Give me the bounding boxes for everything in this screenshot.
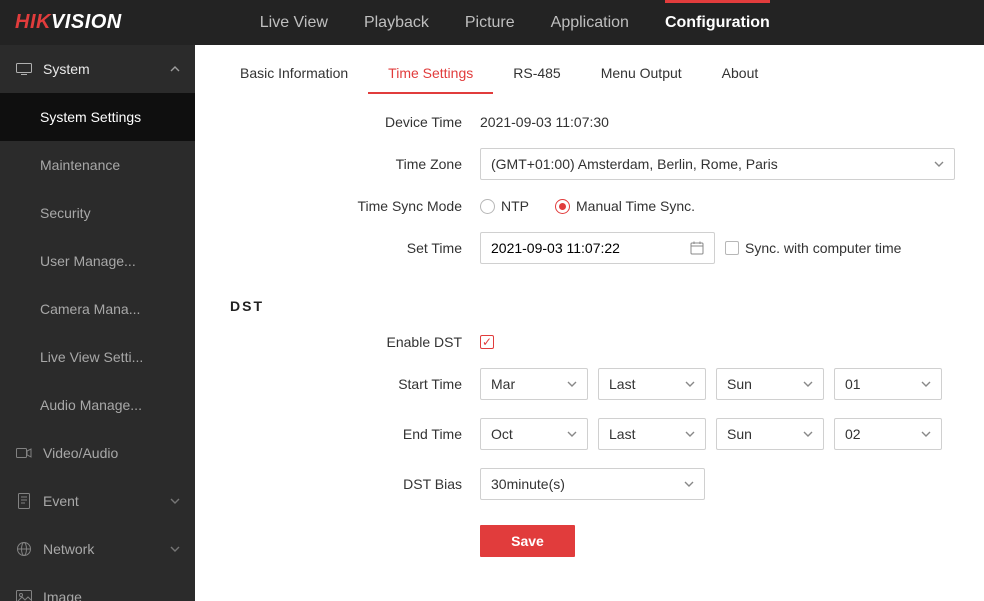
chevron-down-icon: [684, 481, 694, 487]
save-button[interactable]: Save: [480, 525, 575, 557]
form: Device Time 2021-09-03 11:07:30 Time Zon…: [195, 94, 984, 595]
chevron-down-icon: [685, 431, 695, 437]
nav-playback[interactable]: Playback: [346, 0, 447, 45]
end-day-select[interactable]: Sun: [716, 418, 824, 450]
sidebar: System System Settings Maintenance Secur…: [0, 45, 195, 601]
sidebar-group-network[interactable]: Network: [0, 525, 195, 573]
sidebar-group-event[interactable]: Event: [0, 477, 195, 525]
sidebar-item-user-manage[interactable]: User Manage...: [0, 237, 195, 285]
radio-ntp-label: NTP: [501, 198, 529, 214]
radio-manual[interactable]: Manual Time Sync.: [555, 198, 695, 214]
nav-application[interactable]: Application: [533, 0, 647, 45]
device-time-value: 2021-09-03 11:07:30: [480, 114, 609, 130]
tab-rs485[interactable]: RS-485: [493, 55, 580, 93]
network-icon: [15, 541, 33, 557]
event-icon: [15, 493, 33, 509]
set-time-label: Set Time: [220, 240, 480, 256]
nav-configuration[interactable]: Configuration: [647, 0, 788, 45]
enable-dst-checkbox[interactable]: ✓: [480, 335, 500, 349]
sync-pc-checkbox[interactable]: Sync. with computer time: [725, 240, 901, 256]
chevron-down-icon: [567, 431, 577, 437]
chevron-down-icon: [685, 381, 695, 387]
time-zone-label: Time Zone: [220, 156, 480, 172]
device-time-label: Device Time: [220, 114, 480, 130]
set-time-input[interactable]: [480, 232, 715, 264]
sync-mode-label: Time Sync Mode: [220, 198, 480, 214]
end-hour-select[interactable]: 02: [834, 418, 942, 450]
tab-about[interactable]: About: [702, 55, 779, 93]
main-content: Basic Information Time Settings RS-485 M…: [195, 45, 984, 601]
end-week-select[interactable]: Last: [598, 418, 706, 450]
sidebar-group-system[interactable]: System: [0, 45, 195, 93]
chevron-down-icon: [170, 546, 180, 552]
tab-time-settings[interactable]: Time Settings: [368, 55, 493, 93]
sidebar-image-label: Image: [43, 589, 82, 601]
checkbox-box: [725, 241, 739, 255]
set-time-field[interactable]: [491, 240, 690, 256]
chevron-down-icon: [934, 161, 944, 167]
sidebar-item-audio-manage[interactable]: Audio Manage...: [0, 381, 195, 429]
top-nav: Live View Playback Picture Application C…: [242, 0, 788, 45]
sidebar-item-live-view-settings[interactable]: Live View Setti...: [0, 333, 195, 381]
sidebar-group-image[interactable]: Image: [0, 573, 195, 601]
dst-bias-label: DST Bias: [220, 476, 480, 492]
end-month-select[interactable]: Oct: [480, 418, 588, 450]
logo: HIKVISION: [15, 11, 122, 34]
chevron-down-icon: [803, 431, 813, 437]
tab-basic-information[interactable]: Basic Information: [220, 55, 368, 93]
dst-heading: DST: [220, 282, 959, 334]
system-icon: [15, 63, 33, 75]
start-hour-select[interactable]: 01: [834, 368, 942, 400]
radio-dot: [480, 199, 495, 214]
image-icon: [15, 590, 33, 601]
nav-picture[interactable]: Picture: [447, 0, 533, 45]
start-time-label: Start Time: [220, 376, 480, 392]
sidebar-network-label: Network: [43, 541, 94, 557]
enable-dst-label: Enable DST: [220, 334, 480, 350]
radio-ntp[interactable]: NTP: [480, 198, 529, 214]
radio-dot: [555, 199, 570, 214]
start-week-select[interactable]: Last: [598, 368, 706, 400]
checkbox-box: ✓: [480, 335, 494, 349]
chevron-up-icon: [170, 66, 180, 72]
nav-live-view[interactable]: Live View: [242, 0, 346, 45]
start-month-select[interactable]: Mar: [480, 368, 588, 400]
chevron-down-icon: [921, 431, 931, 437]
sidebar-item-camera-manage[interactable]: Camera Mana...: [0, 285, 195, 333]
end-time-label: End Time: [220, 426, 480, 442]
sidebar-event-label: Event: [43, 493, 79, 509]
time-zone-select[interactable]: (GMT+01:00) Amsterdam, Berlin, Rome, Par…: [480, 148, 955, 180]
dst-bias-select[interactable]: 30minute(s): [480, 468, 705, 500]
chevron-down-icon: [921, 381, 931, 387]
start-day-select[interactable]: Sun: [716, 368, 824, 400]
calendar-icon: [690, 241, 704, 255]
chevron-down-icon: [170, 498, 180, 504]
time-zone-value: (GMT+01:00) Amsterdam, Berlin, Rome, Par…: [491, 156, 778, 172]
chevron-down-icon: [803, 381, 813, 387]
video-icon: [15, 447, 33, 459]
tab-menu-output[interactable]: Menu Output: [581, 55, 702, 93]
sidebar-item-maintenance[interactable]: Maintenance: [0, 141, 195, 189]
radio-manual-label: Manual Time Sync.: [576, 198, 695, 214]
logo-part1: HIK: [15, 11, 51, 33]
logo-part2: VISION: [51, 11, 122, 33]
sidebar-system-label: System: [43, 61, 90, 77]
chevron-down-icon: [567, 381, 577, 387]
sidebar-group-video-audio[interactable]: Video/Audio: [0, 429, 195, 477]
sync-pc-label: Sync. with computer time: [745, 240, 901, 256]
top-bar: HIKVISION Live View Playback Picture App…: [0, 0, 984, 45]
tabs: Basic Information Time Settings RS-485 M…: [195, 45, 984, 94]
sidebar-item-system-settings[interactable]: System Settings: [0, 93, 195, 141]
sidebar-video-audio-label: Video/Audio: [43, 445, 118, 461]
sidebar-item-security[interactable]: Security: [0, 189, 195, 237]
